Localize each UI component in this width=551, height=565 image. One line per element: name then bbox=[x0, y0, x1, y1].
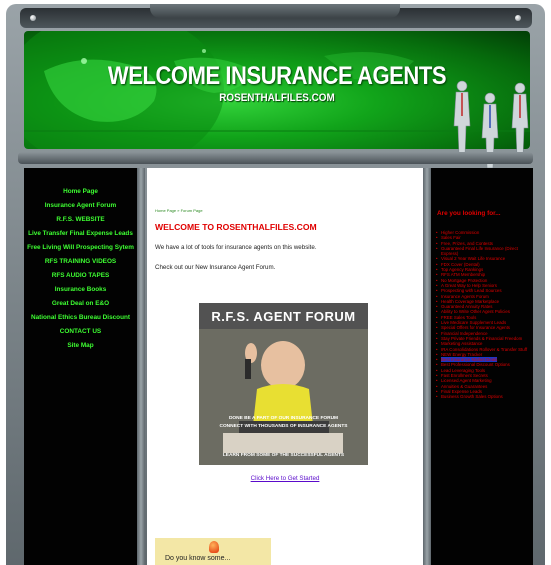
right-link-label: Financial Independence bbox=[441, 330, 488, 336]
nav-rfs-audio-tapes[interactable]: RFS AUDIO TAPES bbox=[24, 272, 137, 280]
right-link-label: NEW Energy Tracker bbox=[441, 351, 483, 357]
second-promo-text: Do you know some... bbox=[165, 555, 231, 562]
nav-home-page[interactable]: Home Page bbox=[24, 188, 137, 196]
nav-contact-us[interactable]: CONTACT US bbox=[24, 328, 137, 336]
main-content: Home Page » Forum Page WELCOME TO ROSENT… bbox=[147, 168, 423, 565]
right-link-label: Marketing Assistance bbox=[441, 341, 483, 347]
right-link-label: FREE Sales Tools bbox=[441, 314, 477, 320]
breadcrumb-forum[interactable]: Forum Page bbox=[181, 208, 203, 213]
right-link-label: Best Professional Discount Options bbox=[441, 362, 510, 368]
nav-live-transfer-leads[interactable]: Live Transfer Final Expense Leads bbox=[24, 230, 137, 238]
right-link-label: Health Coverage Marketplace bbox=[441, 298, 500, 304]
promo-line-3: LEARN FROM SOME OF THE SUCCESSFUL AGENTS bbox=[222, 453, 345, 458]
nav-free-living-will[interactable]: Free Living Will Prospecting Sytem bbox=[24, 244, 137, 252]
forum-text: Check out our New Insurance Agent Forum. bbox=[155, 264, 276, 271]
right-link-label: Licensed Agent Marketing bbox=[441, 378, 492, 384]
breadcrumb-home[interactable]: Home Page bbox=[155, 208, 176, 213]
baby-photo bbox=[199, 303, 368, 465]
nav-insurance-agent-forum[interactable]: Insurance Agent Forum bbox=[24, 202, 137, 210]
rivet-icon bbox=[515, 15, 521, 21]
right-link-label: IRA Consolidations Rollover & Transfer S… bbox=[441, 346, 528, 352]
breadcrumb: Home Page » Forum Page bbox=[155, 208, 203, 213]
right-link-label: Free, Prizes, and Contests bbox=[441, 240, 493, 246]
right-link-item[interactable]: Guaranteed Final Life Insurance (Direct … bbox=[436, 246, 532, 257]
banner-subtitle: ROSENTHALFILES.COM bbox=[219, 92, 335, 104]
right-link-label: Live Medicare Supplement Leads bbox=[441, 320, 507, 326]
nav-ethics-bureau[interactable]: National Ethics Bureau Discount bbox=[24, 314, 137, 322]
right-link-label: Higher Commission bbox=[441, 230, 480, 235]
right-link-label: Ability to Write Other Agent Policies bbox=[441, 309, 510, 315]
promo-line-1: DONE BE A PART OF OUR INSURANCE FORUM bbox=[228, 416, 339, 421]
right-link-label: Insurance Agents Forum bbox=[441, 293, 489, 299]
forum-promo-image[interactable]: R.F.S. AGENT FORUM DONE BE A PART OF OUR… bbox=[199, 303, 368, 465]
right-link-label: Lead Leveraging Tools bbox=[441, 367, 486, 373]
right-link-label: FDX Cover (Dental) bbox=[441, 261, 480, 267]
right-link-label: Top Agency Rankings bbox=[441, 267, 484, 273]
right-link-label: Sales Fair bbox=[441, 235, 461, 241]
promo-line-2: CONNECT WITH THOUSANDS OF INSURANCE AGEN… bbox=[219, 424, 348, 429]
right-link-label: Fast Enrollment Secrets bbox=[441, 373, 488, 379]
right-link-label: Guaranteed Final Life Insurance (Direct … bbox=[441, 245, 518, 257]
second-promo-box[interactable]: Do you know some... bbox=[155, 538, 271, 565]
right-link-label: RFS ATM Membership bbox=[441, 272, 486, 278]
right-link-label: No Mortgage Protection bbox=[441, 277, 488, 283]
banner-title: WELCOME INSURANCE AGENTS bbox=[107, 62, 447, 90]
right-link-label: Prospecting with Lead Sources bbox=[441, 288, 502, 294]
left-gutter bbox=[137, 168, 145, 565]
right-link-label: Business Growth Sales Options bbox=[441, 394, 503, 400]
left-sidebar: Home Page Insurance Agent Forum R.F.S. W… bbox=[24, 168, 137, 565]
right-link-label: Visual 2 Year Wait Life Insurance bbox=[441, 256, 506, 262]
nav-eo-deal[interactable]: Great Deal on E&O bbox=[24, 300, 137, 308]
nav-insurance-books[interactable]: Insurance Books bbox=[24, 286, 137, 294]
right-gutter bbox=[423, 168, 431, 565]
right-link-label: Guaranteed Annuity Rates bbox=[441, 304, 493, 310]
right-link-label: Stay Private Friends & Financial Freedom bbox=[441, 335, 523, 341]
right-link-label: A Great Way to Help Seniors bbox=[441, 282, 497, 288]
siren-icon bbox=[209, 541, 219, 553]
right-link-label: Annuities & Guarantees bbox=[441, 383, 488, 389]
right-link-label: Special Offers for Insurance Agents bbox=[441, 325, 510, 331]
nav-rfs-training-videos[interactable]: RFS TRAINING VIDEOS bbox=[24, 258, 137, 266]
promo-title: R.F.S. AGENT FORUM bbox=[211, 309, 356, 324]
right-sidebar: Are you looking for... Higher Commission… bbox=[431, 168, 533, 565]
right-link-label: Final Expense Leads bbox=[441, 388, 483, 394]
get-started-link[interactable]: Click Here to Get Started bbox=[147, 475, 423, 482]
rivet-icon bbox=[30, 15, 36, 21]
page-title: WELCOME TO ROSENTHALFILES.COM bbox=[155, 222, 317, 232]
divider-bar bbox=[18, 152, 533, 164]
nav-site-map[interactable]: Site Map bbox=[24, 342, 137, 350]
top-notch bbox=[150, 4, 400, 18]
right-link-list: Higher CommissionSales FairFree, Prizes,… bbox=[436, 230, 532, 400]
intro-text: We have a lot of tools for insurance age… bbox=[155, 244, 317, 251]
nav-rfs-website[interactable]: R.F.S. WEBSITE bbox=[24, 216, 137, 224]
left-nav: Home Page Insurance Agent Forum R.F.S. W… bbox=[24, 188, 137, 356]
right-link-label: Best Insurance Market Deals bbox=[441, 357, 498, 363]
right-sidebar-title: Are you looking for... bbox=[437, 210, 501, 217]
right-link-item[interactable]: Business Growth Sales Options bbox=[436, 394, 532, 400]
